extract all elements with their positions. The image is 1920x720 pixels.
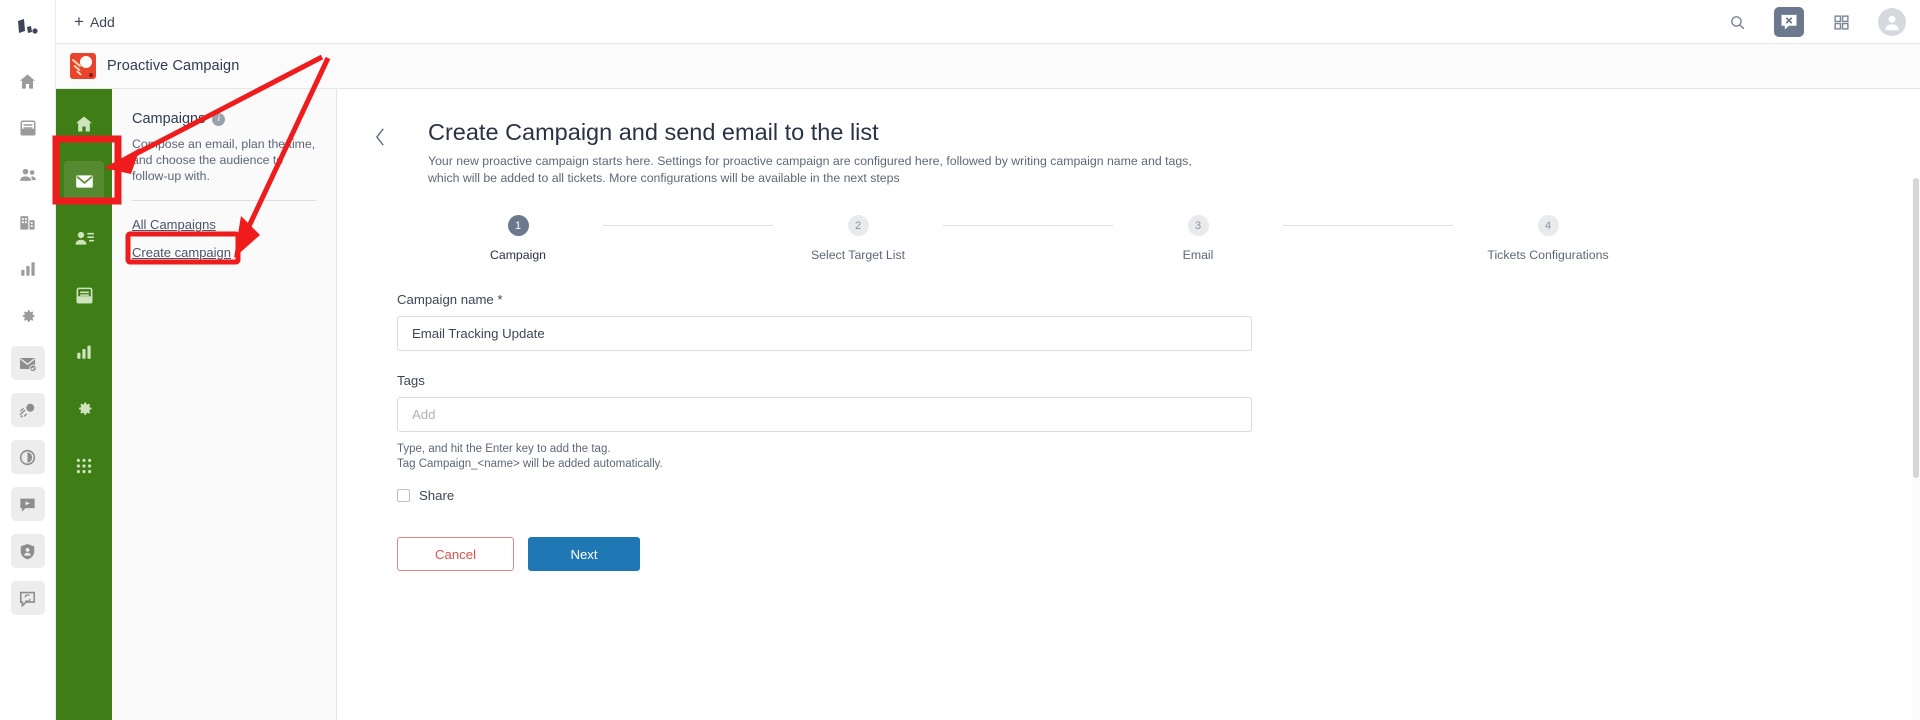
- step-2-label: Select Target List: [810, 248, 906, 262]
- vertical-scrollbar[interactable]: [1912, 178, 1920, 720]
- add-button[interactable]: + Add: [66, 9, 123, 34]
- tags-helper-text: Type, and hit the Enter key to add the t…: [397, 442, 1252, 472]
- step-connector-3: [1283, 225, 1453, 226]
- campaign-name-input[interactable]: [397, 316, 1252, 351]
- content-header-text: Create Campaign and send email to the li…: [393, 117, 1218, 187]
- page-title: Proactive Campaign: [107, 58, 240, 74]
- left-icon-rail: [0, 0, 56, 720]
- tags-label: Tags: [397, 373, 425, 388]
- campaigns-panel-title: Campaigns: [132, 111, 206, 127]
- sidebar-item-companies[interactable]: [11, 205, 45, 239]
- step-connector-1: [603, 225, 773, 226]
- sidebar-item-admin[interactable]: [11, 299, 45, 333]
- form-actions: Cancel Next: [397, 537, 1252, 571]
- scrollbar-thumb[interactable]: [1913, 178, 1919, 478]
- step-2[interactable]: 2 Select Target List: [773, 215, 943, 262]
- tags-input[interactable]: [397, 397, 1252, 432]
- campaign-form: Campaign name * Tags Type, and hit the E…: [397, 292, 1252, 571]
- sidebar-item-analytics[interactable]: [10, 440, 45, 474]
- freshworks-logo[interactable]: [0, 10, 55, 46]
- green-nav-reports[interactable]: [64, 332, 104, 372]
- step-connector-2: [943, 225, 1113, 226]
- chat-x-icon[interactable]: [1774, 7, 1804, 37]
- step-1-circle: 1: [507, 215, 529, 236]
- tags-helper-line-1: Type, and hit the Enter key to add the t…: [397, 443, 611, 455]
- divider: [132, 200, 316, 201]
- campaigns-panel-title-row: Campaigns i: [132, 111, 316, 127]
- green-nav-campaigns[interactable]: [64, 161, 104, 201]
- step-1-label: Campaign: [489, 248, 547, 262]
- campaign-name-label: Campaign name *: [397, 292, 503, 307]
- search-icon[interactable]: [1726, 11, 1748, 33]
- content-header: Create Campaign and send email to the li…: [367, 117, 1920, 187]
- green-nav-apps[interactable]: [64, 446, 104, 486]
- tags-helper-line-2: Tag Campaign_<name> will be added automa…: [397, 458, 663, 470]
- campaigns-panel-links: All Campaigns Create campaign: [132, 217, 316, 262]
- create-campaign-link-wrapper: Create campaign: [132, 244, 231, 262]
- step-3-label: Email: [1182, 248, 1214, 262]
- chevron-left-icon[interactable]: [367, 117, 393, 147]
- green-nav-templates[interactable]: [64, 275, 104, 315]
- plus-icon: +: [74, 12, 84, 31]
- campaigns-side-panel: Campaigns i Compose an email, plan the t…: [112, 89, 337, 720]
- wizard-stepper: 1 Campaign 2 Select Target List 3 Email …: [433, 215, 1643, 262]
- main-content: Create Campaign and send email to the li…: [337, 89, 1920, 720]
- top-bar: + Add: [56, 0, 1920, 44]
- step-4-circle: 4: [1537, 215, 1559, 236]
- stepper-row: 1 Campaign 2 Select Target List 3 Email …: [433, 215, 1643, 262]
- add-button-label: Add: [89, 13, 115, 30]
- proactive-campaign-logo-icon: [70, 53, 96, 79]
- share-row[interactable]: Share: [397, 488, 1252, 503]
- share-checkbox[interactable]: [397, 489, 410, 502]
- application-window: + Add Proactive Campaign Campaigns i Com…: [0, 0, 1920, 720]
- share-label: Share: [419, 488, 455, 503]
- green-nav-settings[interactable]: [64, 389, 104, 429]
- step-1[interactable]: 1 Campaign: [433, 215, 603, 262]
- avatar[interactable]: [1878, 8, 1906, 36]
- create-campaign-link[interactable]: Create campaign: [132, 245, 231, 260]
- left-rail-items: [0, 64, 55, 615]
- sidebar-item-tickets[interactable]: [11, 111, 45, 145]
- sidebar-item-contacts[interactable]: [11, 158, 45, 192]
- step-3[interactable]: 3 Email: [1113, 215, 1283, 262]
- body-region: Campaigns i Compose an email, plan the t…: [56, 89, 1920, 720]
- step-3-circle: 3: [1187, 215, 1209, 236]
- apps-grid-icon[interactable]: [1830, 11, 1852, 33]
- step-4-label: Tickets Configurations: [1487, 248, 1609, 262]
- sidebar-item-messaging[interactable]: [10, 487, 45, 521]
- green-nav-target-lists[interactable]: [64, 218, 104, 258]
- sidebar-item-feedback[interactable]: [10, 581, 45, 615]
- campaigns-panel-description: Compose an email, plan the time, and cho…: [132, 137, 316, 183]
- step-2-circle: 2: [847, 215, 869, 236]
- cancel-button[interactable]: Cancel: [397, 537, 514, 571]
- sidebar-item-security[interactable]: [10, 534, 45, 568]
- sidebar-item-home[interactable]: [11, 64, 45, 98]
- next-button[interactable]: Next: [528, 537, 640, 571]
- top-bar-actions: [1726, 0, 1906, 44]
- right-column: + Add Proactive Campaign Campaigns i Com…: [56, 0, 1920, 720]
- sidebar-item-reports[interactable]: [11, 252, 45, 286]
- sidebar-item-proactive-campaign[interactable]: [10, 393, 45, 427]
- green-app-nav: [56, 89, 112, 720]
- product-header: Proactive Campaign: [56, 44, 1920, 89]
- main-inner: Create Campaign and send email to the li…: [337, 117, 1920, 571]
- content-title: Create Campaign and send email to the li…: [428, 119, 879, 145]
- step-4[interactable]: 4 Tickets Configurations: [1453, 215, 1643, 262]
- sidebar-item-email-marketing[interactable]: [10, 346, 45, 380]
- content-subtitle: Your new proactive campaign starts here.…: [428, 154, 1192, 185]
- all-campaigns-link[interactable]: All Campaigns: [132, 217, 216, 232]
- info-icon[interactable]: i: [212, 112, 226, 126]
- green-nav-home[interactable]: [64, 104, 104, 144]
